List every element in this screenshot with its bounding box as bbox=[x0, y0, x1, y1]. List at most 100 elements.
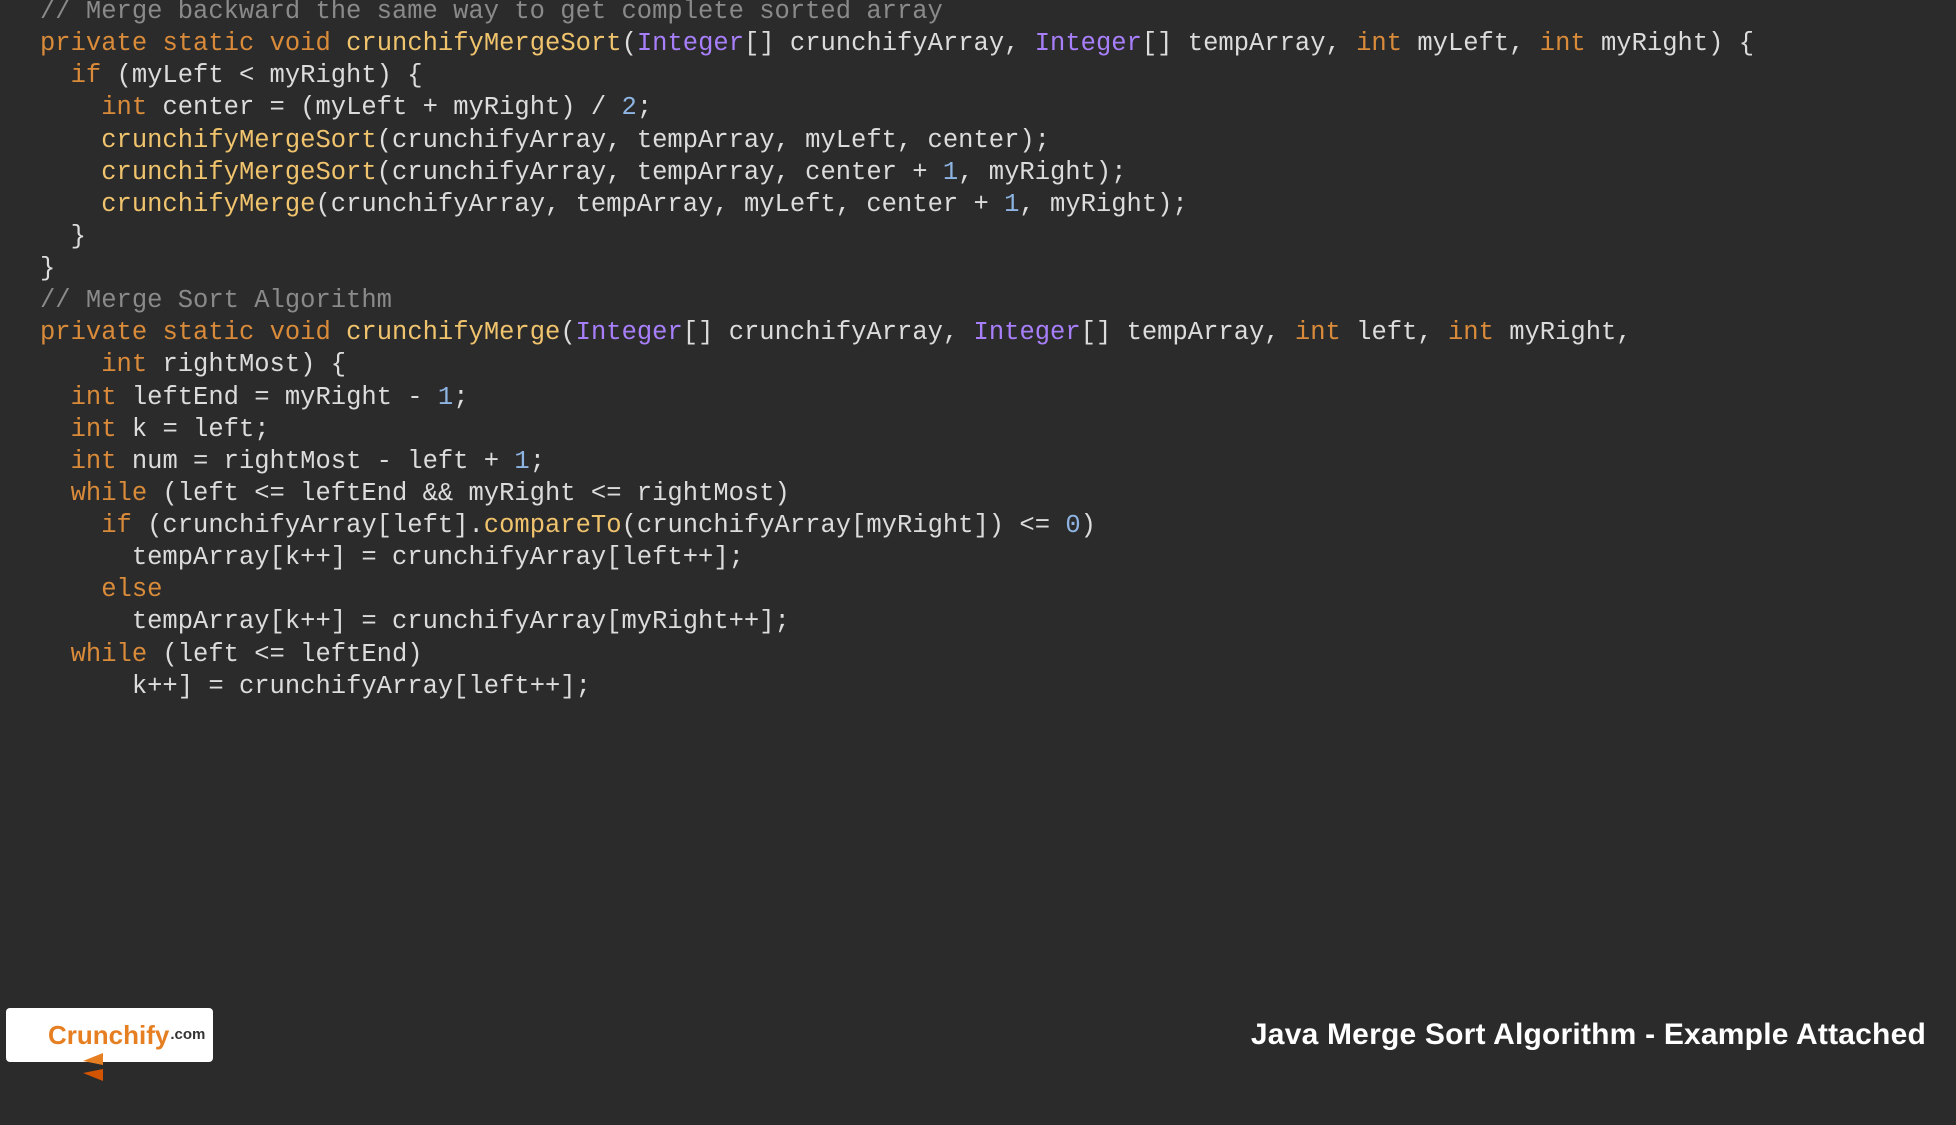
token-kw: static bbox=[162, 29, 254, 58]
token-plain: ) bbox=[1081, 511, 1096, 540]
token-num: 1 bbox=[1004, 190, 1019, 219]
token-plain: (crunchifyArray, tempArray, myLeft, cent… bbox=[315, 190, 1004, 219]
token-plain: center = (myLeft + myRight) / bbox=[147, 93, 621, 122]
token-plain: myRight) { bbox=[1586, 29, 1754, 58]
token-kw: int bbox=[1295, 318, 1341, 347]
token-func: crunchifyMerge bbox=[101, 190, 315, 219]
token-plain bbox=[147, 318, 162, 347]
token-kw: private bbox=[40, 318, 147, 347]
token-comment: // Merge backward the same way to get co… bbox=[40, 0, 943, 26]
token-plain: myLeft, bbox=[1402, 29, 1540, 58]
token-kw: while bbox=[71, 479, 148, 508]
token-plain: } bbox=[71, 222, 86, 251]
token-plain: ( bbox=[560, 318, 575, 347]
token-num: 1 bbox=[943, 158, 958, 187]
token-plain: ( bbox=[622, 29, 637, 58]
code-editor: // Merge backward the same way to get co… bbox=[0, 0, 1754, 703]
token-plain: (left <= leftEnd && myRight <= rightMost… bbox=[147, 479, 790, 508]
token-plain: k++] = crunchifyArray[left++]; bbox=[132, 672, 591, 701]
token-kw: int bbox=[71, 383, 117, 412]
token-plain: tempArray[k++] = crunchifyArray[myRight+… bbox=[132, 607, 790, 636]
token-violet: Integer bbox=[1035, 29, 1142, 58]
token-plain: (crunchifyArray[left]. bbox=[132, 511, 484, 540]
token-violet: Integer bbox=[974, 318, 1081, 347]
code-line: tempArray[k++] = crunchifyArray[myRight+… bbox=[40, 606, 1754, 638]
token-kw: if bbox=[101, 511, 132, 540]
token-kw: int bbox=[1356, 29, 1402, 58]
token-plain: [] crunchifyArray, bbox=[744, 29, 1035, 58]
token-kw: void bbox=[270, 29, 331, 58]
token-violet: Integer bbox=[637, 29, 744, 58]
code-line: } bbox=[40, 253, 1754, 285]
token-plain: , myRight); bbox=[958, 158, 1126, 187]
chevron-left-icon bbox=[12, 1017, 44, 1053]
token-plain: ; bbox=[637, 93, 652, 122]
token-plain: (crunchifyArray[myRight]) <= bbox=[622, 511, 1066, 540]
brand-logo: Crunchify .com bbox=[6, 1008, 213, 1062]
code-line: crunchifyMerge(crunchifyArray, tempArray… bbox=[40, 189, 1754, 221]
token-plain: left, bbox=[1341, 318, 1448, 347]
code-line: while (left <= leftEnd) bbox=[40, 639, 1754, 671]
token-kw: int bbox=[101, 93, 147, 122]
code-line: // Merge backward the same way to get co… bbox=[40, 0, 1754, 28]
token-plain: [] tempArray, bbox=[1081, 318, 1295, 347]
token-num: 0 bbox=[1065, 511, 1080, 540]
token-plain bbox=[254, 29, 269, 58]
code-line: private static void crunchifyMerge(Integ… bbox=[40, 317, 1754, 349]
token-kw: int bbox=[71, 447, 117, 476]
token-plain: [] crunchifyArray, bbox=[683, 318, 974, 347]
code-line: } bbox=[40, 221, 1754, 253]
token-plain bbox=[331, 29, 346, 58]
token-kw: int bbox=[1540, 29, 1586, 58]
code-line: // Merge Sort Algorithm bbox=[40, 285, 1754, 317]
token-num: 2 bbox=[622, 93, 637, 122]
token-plain: } bbox=[40, 254, 55, 283]
token-plain: k = left; bbox=[117, 415, 270, 444]
code-line: crunchifyMergeSort(crunchifyArray, tempA… bbox=[40, 157, 1754, 189]
code-line: private static void crunchifyMergeSort(I… bbox=[40, 28, 1754, 60]
brand-name: Crunchify bbox=[48, 1019, 169, 1052]
token-kw: int bbox=[1448, 318, 1494, 347]
token-plain: [] tempArray, bbox=[1142, 29, 1356, 58]
token-plain: rightMost) { bbox=[147, 350, 346, 379]
token-kw: int bbox=[101, 350, 147, 379]
token-kw: while bbox=[71, 640, 148, 669]
token-plain: ; bbox=[453, 383, 468, 412]
code-line: int center = (myLeft + myRight) / 2; bbox=[40, 92, 1754, 124]
token-violet: Integer bbox=[576, 318, 683, 347]
caption-overlay: Java Merge Sort Algorithm - Example Atta… bbox=[1251, 1016, 1926, 1054]
token-func: crunchifyMergeSort bbox=[346, 29, 621, 58]
code-line: while (left <= leftEnd && myRight <= rig… bbox=[40, 478, 1754, 510]
token-plain: tempArray[k++] = crunchifyArray[left++]; bbox=[132, 543, 744, 572]
token-plain: , myRight); bbox=[1019, 190, 1187, 219]
code-line: int num = rightMost - left + 1; bbox=[40, 446, 1754, 478]
token-plain: num = rightMost - left + bbox=[117, 447, 515, 476]
token-plain: myRight, bbox=[1494, 318, 1632, 347]
token-plain: (crunchifyArray, tempArray, myLeft, cent… bbox=[377, 126, 1050, 155]
brand-suffix: .com bbox=[170, 1026, 205, 1045]
token-func: crunchifyMergeSort bbox=[101, 126, 376, 155]
code-line: if (crunchifyArray[left].compareTo(crunc… bbox=[40, 510, 1754, 542]
code-line: else bbox=[40, 574, 1754, 606]
code-line: if (myLeft < myRight) { bbox=[40, 60, 1754, 92]
code-line: tempArray[k++] = crunchifyArray[left++]; bbox=[40, 542, 1754, 574]
token-kw: else bbox=[101, 575, 162, 604]
token-func: compareTo bbox=[484, 511, 622, 540]
token-kw: private bbox=[40, 29, 147, 58]
token-plain: (crunchifyArray, tempArray, center + bbox=[377, 158, 943, 187]
token-func: crunchifyMergeSort bbox=[101, 158, 376, 187]
token-plain bbox=[147, 29, 162, 58]
code-line: int leftEnd = myRight - 1; bbox=[40, 382, 1754, 414]
token-num: 1 bbox=[438, 383, 453, 412]
token-plain: ; bbox=[530, 447, 545, 476]
token-kw: static bbox=[162, 318, 254, 347]
token-kw: int bbox=[71, 415, 117, 444]
token-plain: (myLeft < myRight) { bbox=[101, 61, 422, 90]
code-line: crunchifyMergeSort(crunchifyArray, tempA… bbox=[40, 125, 1754, 157]
token-comment: // Merge Sort Algorithm bbox=[40, 286, 392, 315]
token-plain bbox=[254, 318, 269, 347]
code-line: int k = left; bbox=[40, 414, 1754, 446]
token-plain: (left <= leftEnd) bbox=[147, 640, 422, 669]
code-line: int rightMost) { bbox=[40, 349, 1754, 381]
token-kw: void bbox=[270, 318, 331, 347]
